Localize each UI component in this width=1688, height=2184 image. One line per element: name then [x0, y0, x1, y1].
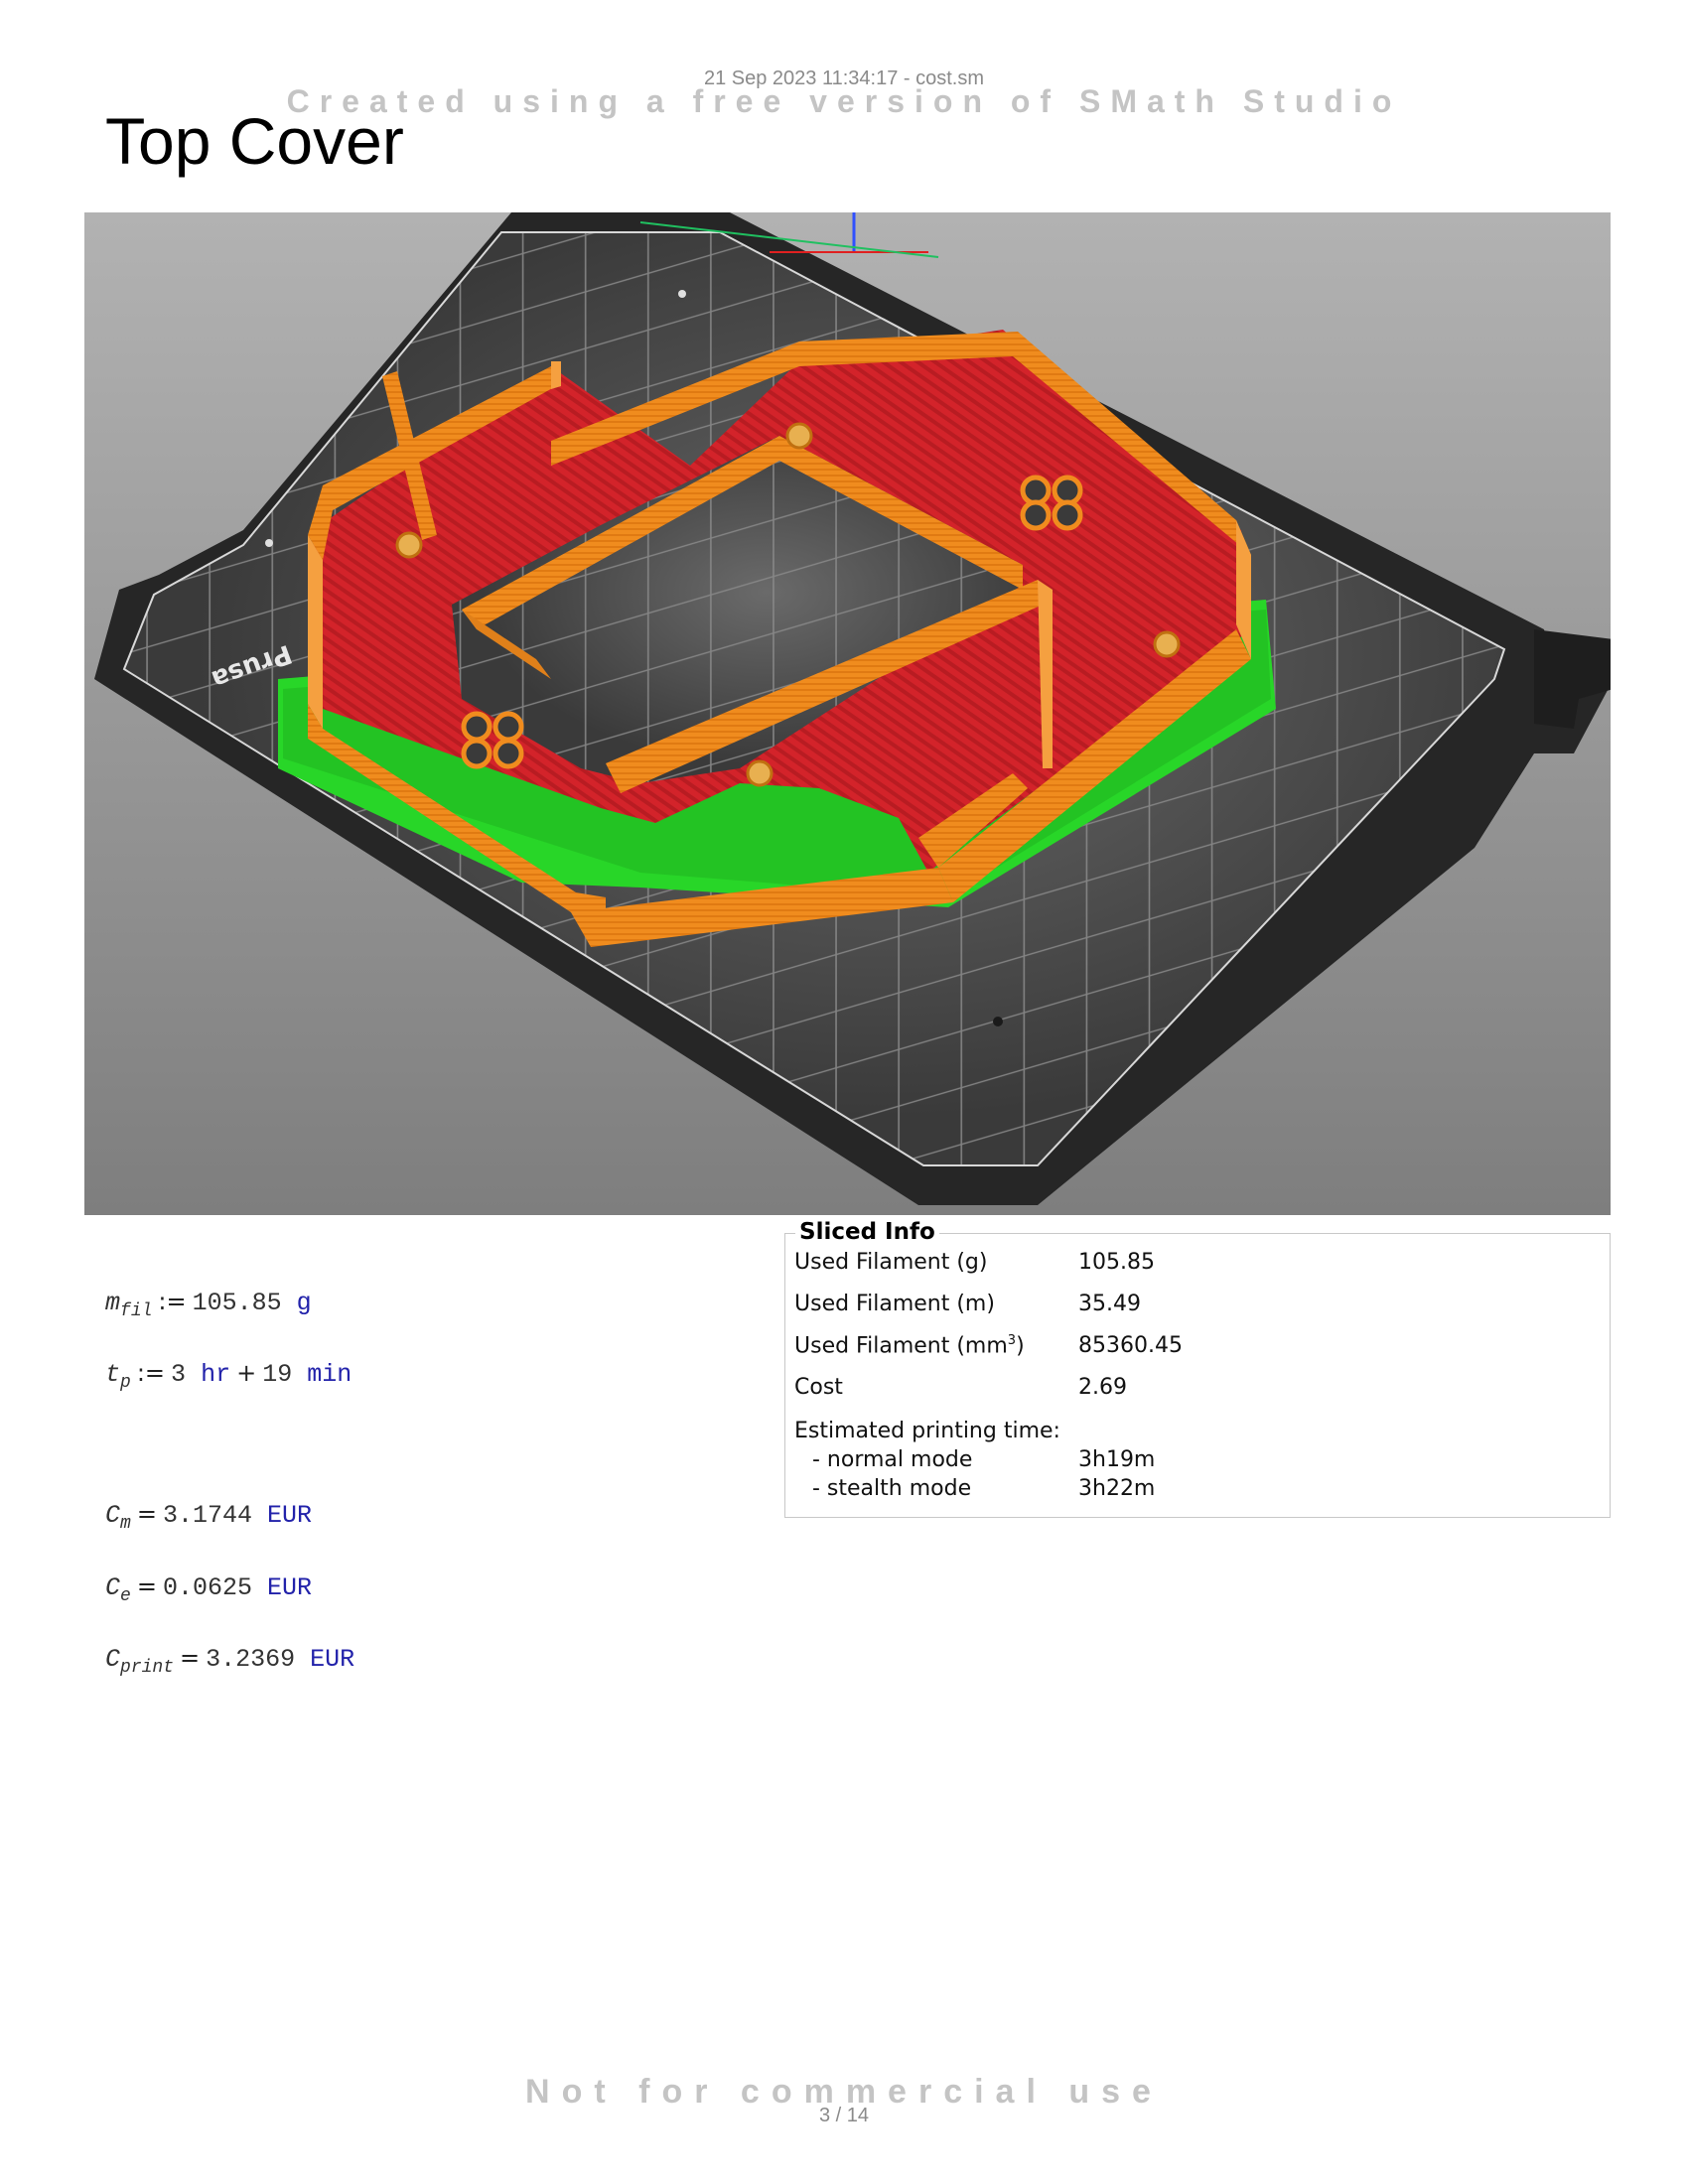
expr-c-print: Cprint = 3.2369 EUR [105, 1644, 355, 1678]
expr-t-p: tp:= 3 hr +19 min [105, 1359, 352, 1393]
page-number: 3 / 14 [818, 2105, 870, 2126]
slicer-3d-view: Prusa [84, 212, 1611, 1215]
expr-c-m: Cm = 3.1744 EUR [105, 1500, 312, 1534]
page-title: Top Cover [105, 104, 404, 178]
expr-c-e: Ce = 0.0625 EUR [105, 1572, 312, 1606]
sliced-info-panel: Sliced Info Used Filament (g) 105.85 Use… [784, 1219, 1611, 1518]
expr-m-fil: mfil:= 105.85 g [105, 1288, 312, 1321]
slicer-preview-image: Prusa [84, 212, 1611, 1215]
sliced-info-legend: Sliced Info [795, 1219, 939, 1245]
